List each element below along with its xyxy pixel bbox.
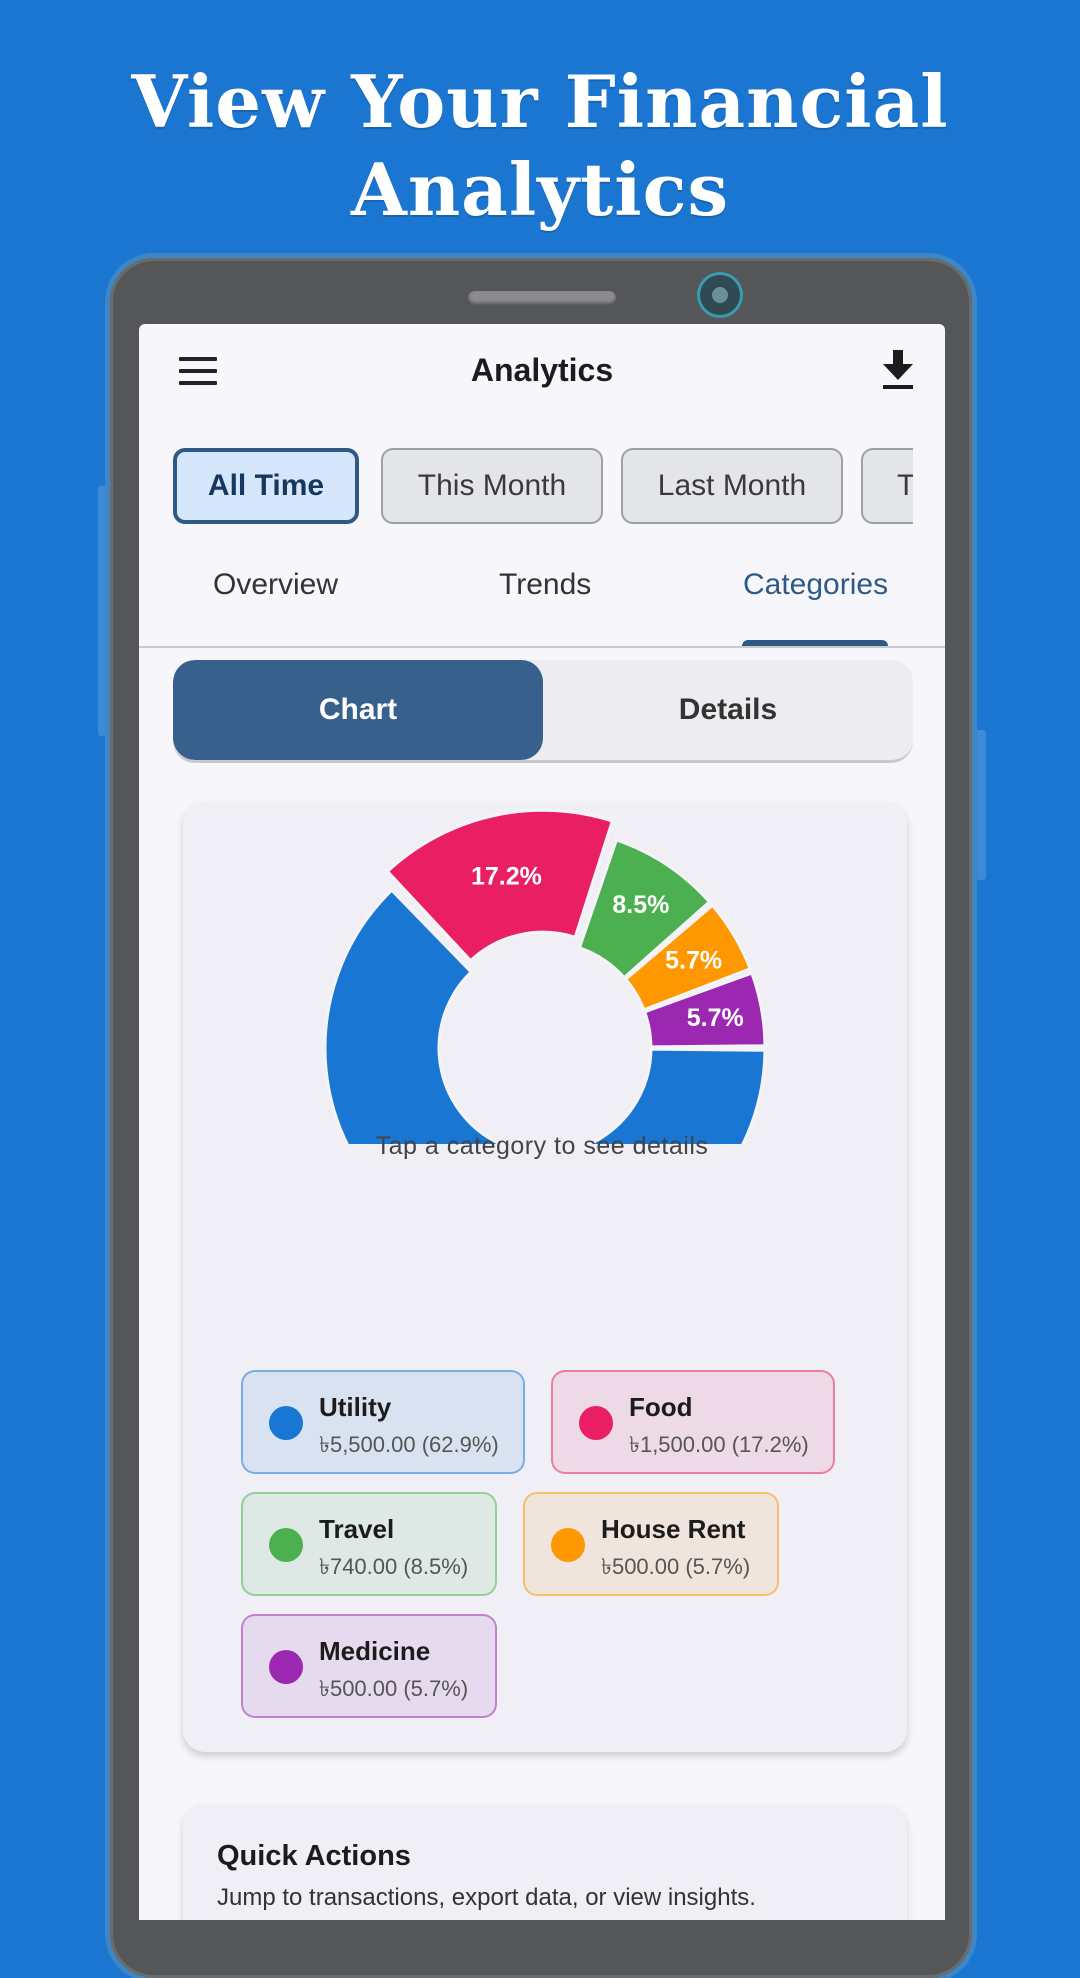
legend-category-amount: ৳500.00 (5.7%) — [601, 1554, 751, 1579]
phone-side-button — [98, 486, 108, 736]
legend-category-amount: ৳500.00 (5.7%) — [319, 1676, 469, 1701]
legend-item-utility[interactable]: Utility ৳5,500.00 (62.9%) — [241, 1370, 525, 1474]
promo-title-line1: View Your Financial — [131, 59, 949, 144]
legend-category-amount: ৳740.00 (8.5%) — [319, 1554, 469, 1579]
legend-category-amount: ৳1,500.00 (17.2%) — [629, 1432, 809, 1457]
app-screen: Analytics All Time This Month Last Month… — [139, 324, 945, 1920]
phone-speaker — [468, 291, 616, 305]
phone-side-button — [976, 730, 986, 880]
legend-item-travel[interactable]: Travel ৳740.00 (8.5%) — [241, 1492, 497, 1596]
promo-title-line2: Analytics — [350, 147, 730, 232]
legend-category-amount: ৳5,500.00 (62.9%) — [319, 1432, 499, 1457]
legend-category-name: Travel — [319, 1514, 395, 1544]
quick-actions-title: Quick Actions — [217, 1840, 411, 1872]
promo-title: View Your Financial Analytics — [0, 58, 1080, 234]
legend-category-name: Medicine — [319, 1636, 431, 1666]
quick-actions-card: Quick Actions Jump to transactions, expo… — [183, 1804, 907, 1920]
donut-slice-label: 5.7% — [665, 946, 722, 974]
legend-item-food[interactable]: Food ৳1,500.00 (17.2%) — [551, 1370, 835, 1474]
legend-color-dot — [269, 1406, 303, 1440]
legend-color-dot — [269, 1528, 303, 1562]
legend-color-dot — [579, 1406, 613, 1440]
legend-item-medicine[interactable]: Medicine ৳500.00 (5.7%) — [241, 1614, 497, 1718]
legend-category-name: Food — [629, 1392, 693, 1422]
donut-slice-label: 5.7% — [687, 1004, 744, 1032]
legend-category-name: House Rent — [601, 1514, 746, 1544]
chart-hint: Tap a category to see details — [375, 1132, 709, 1160]
quick-actions-subtitle: Jump to transactions, export data, or vi… — [217, 1884, 756, 1911]
donut-slice-label: 8.5% — [612, 891, 669, 919]
legend-category-name: Utility — [319, 1392, 392, 1422]
legend-color-dot — [551, 1528, 585, 1562]
donut-slice-label: 17.2% — [471, 862, 542, 890]
legend-color-dot — [269, 1650, 303, 1684]
category-donut-chart: 62.9%17.2%8.5%5.7%5.7% — [323, 808, 767, 1144]
phone-camera — [700, 275, 740, 315]
legend-item-house-rent[interactable]: House Rent ৳500.00 (5.7%) — [523, 1492, 779, 1596]
